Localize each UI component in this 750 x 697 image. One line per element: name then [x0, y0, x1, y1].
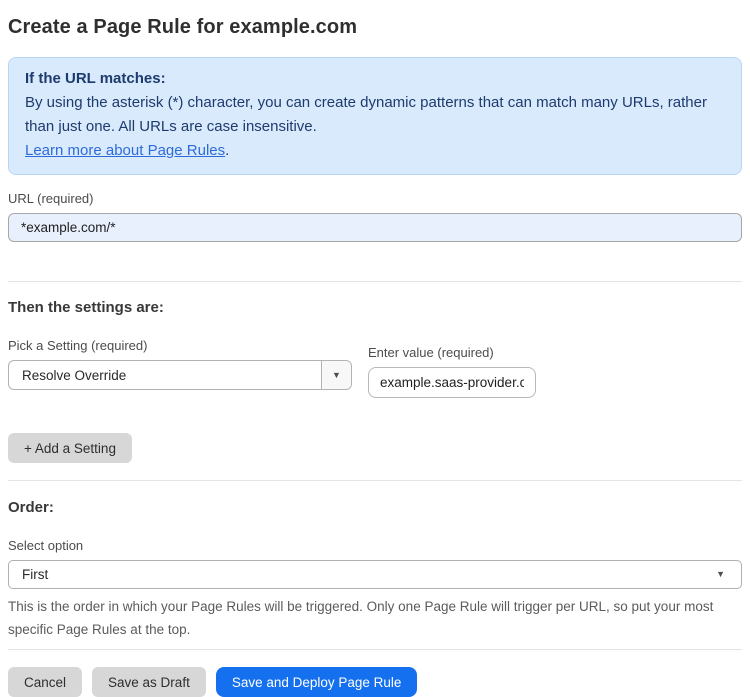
footer-buttons: Cancel Save as Draft Save and Deploy Pag… — [8, 667, 742, 697]
add-setting-button[interactable]: + Add a Setting — [8, 433, 132, 463]
divider — [8, 480, 742, 481]
setting-dropdown[interactable]: Resolve Override ▼ — [8, 360, 352, 390]
learn-more-link[interactable]: Learn more about Page Rules — [25, 142, 225, 159]
order-select-label: Select option — [8, 538, 84, 553]
setting-dropdown-value: Resolve Override — [22, 367, 127, 383]
setting-picker-column: Pick a Setting (required) Resolve Overri… — [8, 338, 352, 390]
info-box-body: By using the asterisk (*) character, you… — [25, 94, 707, 135]
setting-value-label: Enter value (required) — [368, 345, 494, 360]
url-input[interactable] — [8, 213, 742, 242]
chevron-down-icon: ▼ — [332, 369, 341, 380]
order-help-text: This is the order in which your Page Rul… — [8, 599, 714, 637]
url-field-label: URL (required) — [8, 191, 94, 206]
page-rule-form: Create a Page Rule for example.com If th… — [0, 14, 750, 697]
settings-section-heading: Then the settings are: — [8, 299, 164, 316]
save-and-deploy-button[interactable]: Save and Deploy Page Rule — [215, 667, 418, 697]
divider — [8, 649, 742, 650]
settings-row: Pick a Setting (required) Resolve Overri… — [8, 338, 742, 398]
setting-dropdown-button[interactable]: ▼ — [321, 361, 351, 389]
link-period: . — [225, 142, 230, 159]
order-select-value: First — [22, 567, 49, 582]
setting-picker-label: Pick a Setting (required) — [8, 338, 148, 353]
page-title: Create a Page Rule for example.com — [8, 16, 358, 38]
info-box-link-line: Learn more about Page Rules. — [25, 139, 725, 163]
order-select[interactable]: First ▼ — [8, 560, 742, 589]
cancel-button[interactable]: Cancel — [8, 667, 83, 697]
chevron-down-icon: ▼ — [716, 569, 725, 579]
setting-value-column: Enter value (required) — [368, 338, 536, 398]
info-box-heading: If the URL matches: — [25, 70, 166, 87]
url-match-info-box: If the URL matches: By using the asteris… — [8, 57, 742, 175]
save-as-draft-button[interactable]: Save as Draft — [92, 667, 206, 697]
divider — [8, 281, 742, 282]
setting-value-input[interactable] — [368, 367, 536, 398]
order-section-heading: Order: — [8, 499, 54, 516]
